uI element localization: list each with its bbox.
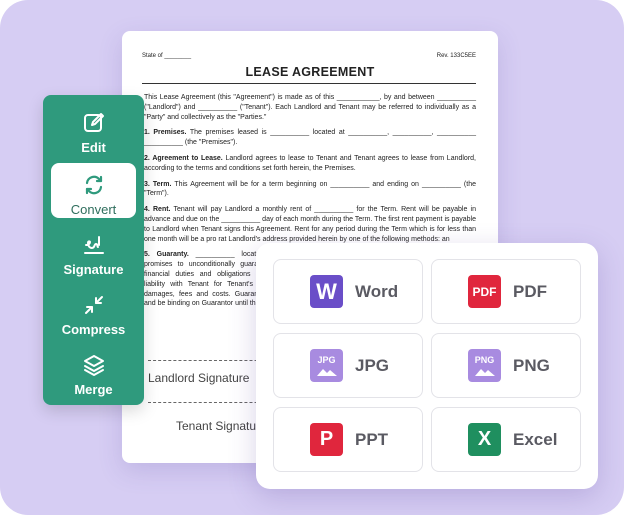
tool-convert[interactable]: Convert (51, 163, 136, 218)
format-word[interactable]: W Word (273, 259, 423, 324)
png-icon: PNG (468, 349, 501, 382)
clause-text: __________ located promises to unconditi… (144, 251, 264, 308)
pdf-icon: PDF (468, 275, 501, 308)
format-jpg[interactable]: JPG JPG (273, 333, 423, 398)
jpg-icon: JPG (310, 349, 343, 382)
jpg-icon-label: JPG (317, 354, 336, 365)
clause-guaranty: 5. Guaranty. __________ located promises… (144, 250, 264, 309)
intro-paragraph: This Lease Agreement (this "Agreement") … (144, 94, 476, 121)
document-header: State of ________ Rev. 133C5EE (142, 53, 476, 59)
format-name: PDF (513, 281, 547, 301)
document-title: LEASE AGREEMENT (245, 65, 375, 79)
format-ppt[interactable]: P PPT (273, 407, 423, 472)
convert-icon (81, 172, 107, 198)
clause-text: Tenant will pay Landlord a monthly rent … (144, 206, 476, 243)
image-mountain-icon (316, 368, 337, 376)
format-name: Word (355, 281, 399, 301)
format-png[interactable]: PNG PNG (431, 333, 581, 398)
state-label: State of ________ (142, 53, 192, 59)
format-name: Excel (513, 429, 558, 449)
format-name: PPT (355, 429, 389, 449)
format-name: JPG (355, 355, 390, 375)
excel-icon: X (468, 423, 501, 456)
revision-label: Rev. 133C5EE (436, 53, 476, 59)
clause-text: This Agreement will be for a term beginn… (144, 180, 476, 198)
image-mountain-icon (474, 368, 495, 376)
tool-label: Signature (63, 262, 124, 277)
title-divider (142, 83, 476, 84)
ppt-icon: P (310, 423, 343, 456)
format-name: PNG (513, 355, 550, 375)
clause-heading: 4. Rent. (144, 206, 171, 214)
edit-icon (81, 110, 107, 136)
clause-heading: 3. Term. (144, 180, 172, 188)
format-pdf[interactable]: PDF PDF (431, 259, 581, 324)
word-icon: W (310, 275, 343, 308)
tool-label: Convert (70, 202, 117, 217)
clause-premises: 1. Premises. The premises leased is ____… (144, 128, 476, 148)
tenant-signature: Tenant Signature (176, 419, 267, 433)
clause-heading: 5. Guaranty. (144, 251, 189, 259)
compress-icon (81, 292, 107, 318)
tool-merge[interactable]: Merge (51, 343, 136, 398)
tool-signature[interactable]: Signature (51, 223, 136, 278)
tool-label: Compress (61, 322, 126, 337)
png-icon-label: PNG (474, 354, 495, 365)
tool-label: Merge (74, 382, 113, 397)
format-panel: W Word PDF PDF JPG JPG PNG PNG P PPT X E… (256, 243, 598, 489)
clause-agreement: 2. Agreement to Lease. Landlord agrees t… (144, 154, 476, 174)
merge-icon (81, 352, 107, 378)
tool-sidebar: Edit Convert Signature Compress Merge (43, 95, 144, 405)
signature-icon (81, 232, 107, 258)
landlord-signature: Landlord Signature (148, 371, 250, 385)
format-excel[interactable]: X Excel (431, 407, 581, 472)
clause-heading: 2. Agreement to Lease. (144, 154, 223, 162)
tool-compress[interactable]: Compress (51, 283, 136, 338)
clause-heading: 1. Premises. (144, 129, 187, 137)
clause-rent: 4. Rent. Tenant will pay Landlord a mont… (144, 205, 476, 244)
clause-text: The premises leased is __________ locate… (144, 129, 476, 147)
clause-term: 3. Term. This Agreement will be for a te… (144, 180, 476, 200)
tool-edit[interactable]: Edit (51, 101, 136, 156)
tool-label: Edit (81, 140, 106, 155)
